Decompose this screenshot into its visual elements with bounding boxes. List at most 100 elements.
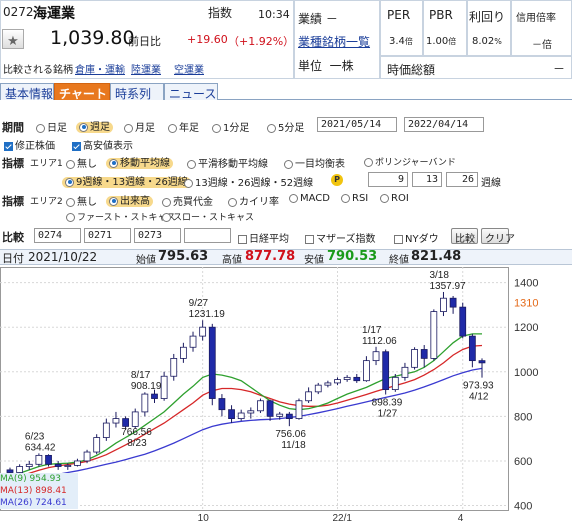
- compare-link-land-transport[interactable]: 陸運業: [131, 61, 161, 76]
- price-chart[interactable]: 4006008001000120014001022/141310544.775/…: [0, 265, 572, 525]
- area2-slow-stoch[interactable]: スロー・ストキャス: [162, 210, 254, 223]
- compare-code-4[interactable]: [184, 228, 231, 243]
- area2-volume[interactable]: 出来高: [106, 192, 153, 207]
- ohlc-open-label: 始値: [136, 255, 156, 266]
- clear-button[interactable]: クリア: [481, 228, 515, 245]
- area1-moving-average[interactable]: 移動平均線: [106, 154, 173, 169]
- highlow-checkbox[interactable]: 高安値表示: [72, 137, 133, 152]
- ohlc-open: 795.63: [158, 249, 209, 264]
- custom-ma-2[interactable]: 13: [412, 172, 442, 187]
- candle-up: [411, 349, 418, 368]
- nikkei-checkbox[interactable]: 日経平均: [238, 230, 289, 245]
- annotation-date: 4/12: [469, 392, 489, 403]
- tab-news[interactable]: ニュース: [164, 83, 218, 101]
- date-from-input[interactable]: 2021/05/14: [317, 117, 397, 132]
- area1-none[interactable]: 無し: [66, 155, 97, 170]
- annotation-date: 3/18: [429, 270, 449, 281]
- mcap-value: －: [553, 62, 566, 76]
- custom-ma-1[interactable]: 9: [368, 172, 408, 187]
- industry-list-link[interactable]: 業種銘柄一覧: [298, 33, 370, 50]
- annotation-date: 11/18: [281, 440, 306, 451]
- custom-ma-3[interactable]: 26: [446, 172, 478, 187]
- period-daily[interactable]: 日足: [36, 119, 67, 134]
- credit-label: 信用倍率: [516, 13, 556, 24]
- candle-up: [102, 422, 110, 438]
- candle-down: [151, 393, 158, 399]
- candle-up: [16, 466, 24, 473]
- annotation-value: 766.56: [121, 427, 152, 438]
- mothers-checkbox[interactable]: マザーズ指数: [305, 230, 376, 245]
- area2-turnover[interactable]: 売買代金: [162, 193, 213, 208]
- credit-value: －倍: [532, 40, 552, 51]
- compare-code-2[interactable]: 0271: [84, 228, 131, 243]
- custom-ma-radio[interactable]: P: [331, 174, 343, 186]
- candle-up: [440, 297, 447, 312]
- ma-set-13-26-52[interactable]: 13週線・26週線・52週線: [184, 174, 313, 189]
- star-icon: ★: [7, 34, 19, 49]
- area2-deviation[interactable]: カイリ率: [228, 193, 279, 208]
- candle-down: [285, 413, 293, 419]
- candle-down: [122, 418, 129, 427]
- candle-up: [343, 376, 351, 380]
- candle-down: [382, 351, 390, 391]
- area2-fast-stoch[interactable]: ファースト・ストキャス: [66, 210, 176, 223]
- area1-bollinger[interactable]: ボリンジャーバンド: [364, 155, 456, 168]
- area2-roi[interactable]: ROI: [380, 193, 409, 204]
- yield-label: 利回り: [469, 10, 506, 24]
- period-yearly[interactable]: 年足: [168, 119, 199, 134]
- compare-code-3[interactable]: 0273: [134, 228, 181, 243]
- candle-down: [208, 326, 216, 399]
- candle-up: [391, 376, 399, 391]
- tab-time-series[interactable]: 時系列: [110, 83, 164, 101]
- area2-label: エリア2: [30, 197, 63, 207]
- period-1min[interactable]: 1分足: [212, 119, 249, 134]
- candle-down: [353, 376, 361, 382]
- compare-code-1[interactable]: 0274: [34, 228, 81, 243]
- candle-up: [257, 400, 264, 412]
- candle-up: [160, 375, 168, 399]
- tab-chart[interactable]: チャート: [54, 83, 110, 101]
- prev-day-label: 前日比: [128, 35, 161, 48]
- y-tick-label: 1200: [514, 322, 538, 334]
- area1-smoothed-ma[interactable]: 平滑移動平均線: [187, 155, 268, 170]
- y-tick-label: 1400: [514, 278, 538, 290]
- period-monthly[interactable]: 月足: [124, 119, 155, 134]
- annotation-date: 8/23: [127, 438, 147, 449]
- candle-up: [199, 326, 207, 337]
- favorite-star-button[interactable]: ★: [2, 29, 24, 49]
- area2-rsi[interactable]: RSI: [341, 193, 368, 204]
- ma-set-9-13-26[interactable]: 9週線・13週線・26週線: [62, 173, 191, 188]
- candle-up: [372, 351, 380, 362]
- legend-ma13: MA(13) 898.41: [0, 485, 78, 497]
- candle-up: [401, 366, 409, 378]
- x-tick-label: 22/1: [333, 513, 353, 524]
- annotation-value: 908.19: [131, 381, 162, 392]
- compare-button[interactable]: 比較: [451, 228, 478, 245]
- compare-link-air-transport[interactable]: 空運業: [174, 61, 204, 76]
- current-price-label: 1310: [514, 298, 538, 310]
- period-5min[interactable]: 5分足: [267, 119, 304, 134]
- tab-basic-info[interactable]: 基本情報: [0, 83, 54, 101]
- candle-up: [430, 311, 438, 359]
- stock-code: 0272: [3, 5, 34, 19]
- annotation-value: 756.06: [275, 429, 306, 440]
- period-label: 期間: [2, 121, 24, 134]
- area2-macd[interactable]: MACD: [289, 193, 330, 204]
- compare-link-warehouse[interactable]: 倉庫・運輸: [75, 61, 125, 76]
- nydow-checkbox[interactable]: NYダウ: [394, 230, 439, 245]
- legend-ma9: MA(9) 954.93: [0, 473, 78, 485]
- adjusted-price-checkbox[interactable]: 修正株価: [4, 137, 55, 152]
- candle-up: [276, 413, 284, 417]
- date-to-input[interactable]: 2022/04/14: [404, 117, 484, 132]
- candle-up: [93, 437, 101, 453]
- area1-ichimoku[interactable]: 一目均衡表: [284, 155, 345, 170]
- candle-up: [305, 391, 312, 402]
- annotation-date: 1/27: [378, 408, 398, 419]
- area2-none[interactable]: 無し: [66, 193, 97, 208]
- candle-up: [363, 360, 370, 382]
- period-weekly[interactable]: 週足: [76, 118, 113, 133]
- custom-ma-unit: 週線: [481, 178, 501, 189]
- annotation-value: 973.93: [463, 381, 494, 392]
- pbr-label: PBR: [429, 8, 453, 22]
- p-icon: P: [334, 175, 340, 184]
